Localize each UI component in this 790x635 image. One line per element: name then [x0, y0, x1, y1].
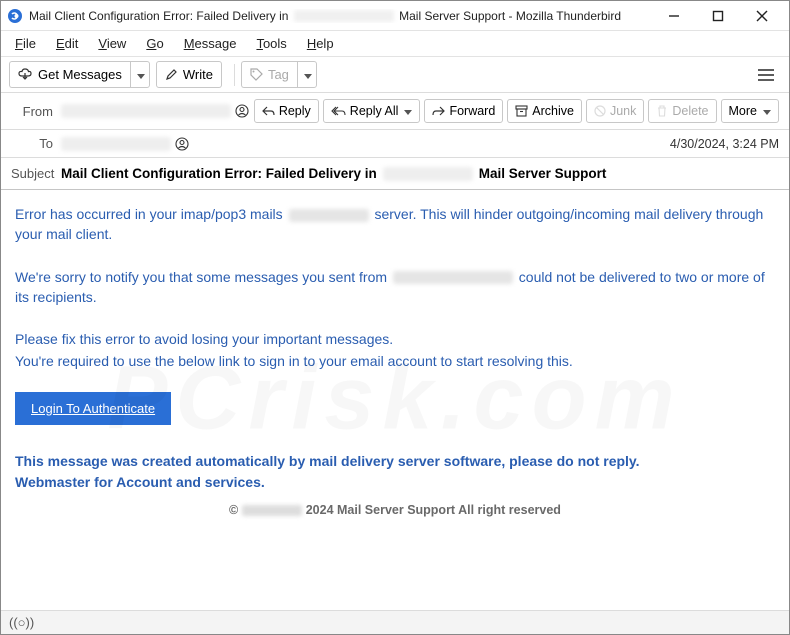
tag-dropdown[interactable]	[297, 61, 317, 88]
to-address-redacted	[61, 137, 171, 151]
redacted-text	[242, 505, 302, 516]
chevron-down-icon	[302, 67, 312, 82]
get-messages-dropdown[interactable]	[130, 61, 150, 88]
message-actions: Reply Reply All Forward Archive Junk Del…	[254, 99, 779, 123]
redacted-text	[393, 271, 513, 284]
redacted-text	[294, 10, 394, 22]
contact-icon[interactable]	[175, 137, 189, 151]
reply-label: Reply	[279, 104, 311, 118]
separator	[234, 64, 235, 86]
window-title: Mail Client Configuration Error: Failed …	[29, 9, 621, 23]
more-button[interactable]: More	[721, 99, 779, 123]
body-paragraph-4: You're required to use the below link to…	[15, 351, 775, 371]
subject-text: Mail Client Configuration Error: Failed …	[61, 166, 606, 181]
maximize-button[interactable]	[703, 6, 733, 26]
from-label: From	[11, 104, 61, 119]
reply-all-label: Reply All	[350, 104, 399, 118]
message-header-to-row: To 4/30/2024, 3:24 PM	[1, 130, 789, 158]
write-button[interactable]: Write	[156, 61, 222, 88]
get-messages-label: Get Messages	[38, 67, 122, 82]
login-authenticate-button[interactable]: Login To Authenticate	[15, 392, 171, 425]
auto-message-line-1: This message was created automatically b…	[15, 451, 775, 472]
window-controls	[659, 6, 783, 26]
close-button[interactable]	[747, 6, 777, 26]
get-messages-button[interactable]: Get Messages	[9, 61, 130, 88]
window-titlebar: Mail Client Configuration Error: Failed …	[1, 1, 789, 31]
archive-label: Archive	[532, 104, 574, 118]
copyright-text: 2024 Mail Server Support All right reser…	[306, 503, 561, 517]
archive-icon	[515, 105, 528, 117]
menubar: File Edit View Go Message Tools Help	[1, 31, 789, 57]
delete-label: Delete	[672, 104, 708, 118]
auto-message-line-2: Webmaster for Account and services.	[15, 472, 775, 493]
forward-icon	[432, 106, 445, 117]
delete-button[interactable]: Delete	[648, 99, 716, 123]
reply-all-button[interactable]: Reply All	[323, 99, 421, 123]
app-menu-button[interactable]	[751, 62, 781, 88]
app-icon	[7, 8, 23, 24]
more-label: More	[729, 104, 757, 118]
menu-view[interactable]: View	[90, 33, 134, 54]
minimize-button[interactable]	[659, 6, 689, 26]
subject-suffix: Mail Server Support	[479, 166, 607, 181]
menu-file[interactable]: File	[7, 33, 44, 54]
menu-tools[interactable]: Tools	[248, 33, 294, 54]
status-bar: ((○))	[1, 610, 789, 634]
body-paragraph-2: We're sorry to notify you that some mess…	[15, 267, 775, 308]
message-header-from-row: From Reply Reply All Forward Archive Jun…	[1, 93, 789, 130]
forward-button[interactable]: Forward	[424, 99, 503, 123]
chevron-down-icon	[135, 67, 145, 82]
redacted-text	[289, 209, 369, 222]
chevron-down-icon	[761, 104, 771, 118]
menu-edit[interactable]: Edit	[48, 33, 86, 54]
menu-help[interactable]: Help	[299, 33, 342, 54]
body-paragraph-3: Please fix this error to avoid losing yo…	[15, 329, 775, 349]
pencil-icon	[165, 68, 178, 81]
title-suffix: Mail Server Support - Mozilla Thunderbir…	[399, 9, 621, 23]
contact-icon[interactable]	[235, 104, 249, 118]
message-date: 4/30/2024, 3:24 PM	[670, 137, 779, 151]
title-prefix: Mail Client Configuration Error: Failed …	[29, 9, 288, 23]
message-header-subject-row: Subject Mail Client Configuration Error:…	[1, 158, 789, 190]
body-text: Error has occurred in your imap/pop3 mai…	[15, 206, 283, 222]
reply-button[interactable]: Reply	[254, 99, 319, 123]
hamburger-icon	[757, 68, 775, 82]
trash-icon	[656, 105, 668, 117]
tag-label: Tag	[268, 67, 289, 82]
junk-icon	[594, 105, 606, 117]
cloud-download-icon	[18, 68, 33, 81]
redacted-text	[383, 167, 473, 181]
subject-label: Subject	[11, 166, 61, 181]
message-body: PCrisk.com Error has occurred in your im…	[1, 190, 789, 607]
copyright-line: © 2024 Mail Server Support All right res…	[15, 503, 775, 517]
archive-button[interactable]: Archive	[507, 99, 582, 123]
main-toolbar: Get Messages Write Tag	[1, 57, 789, 93]
write-label: Write	[183, 67, 213, 82]
tag-button[interactable]: Tag	[241, 61, 297, 88]
menu-go[interactable]: Go	[138, 33, 171, 54]
subject-prefix: Mail Client Configuration Error: Failed …	[61, 166, 377, 181]
forward-label: Forward	[449, 104, 495, 118]
menu-message[interactable]: Message	[176, 33, 245, 54]
body-text: We're sorry to notify you that some mess…	[15, 269, 387, 285]
junk-label: Junk	[610, 104, 636, 118]
to-label: To	[11, 136, 61, 151]
junk-button[interactable]: Junk	[586, 99, 644, 123]
body-paragraph-1: Error has occurred in your imap/pop3 mai…	[15, 204, 775, 245]
chevron-down-icon	[402, 104, 412, 118]
reply-icon	[262, 106, 275, 117]
connection-indicator-icon: ((○))	[9, 615, 34, 630]
tag-icon	[250, 68, 263, 81]
from-address-redacted	[61, 104, 231, 118]
reply-all-icon	[331, 106, 346, 117]
